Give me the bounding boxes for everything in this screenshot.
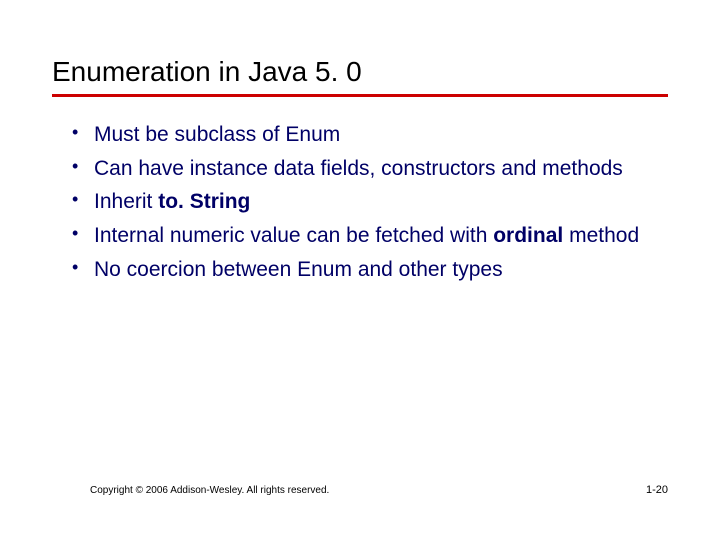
slide-content: Must be subclass of Enum Can have instan… — [0, 97, 720, 284]
bullet-text: method — [563, 224, 639, 247]
bullet-item: No coercion between Enum and other types — [72, 256, 664, 284]
page-number: 1-20 — [646, 484, 668, 496]
bullet-text: No coercion between Enum and other types — [94, 258, 503, 281]
bullet-text: Inherit — [94, 190, 158, 213]
bullet-item: Inherit to. String — [72, 188, 664, 216]
bullet-text: Can have instance data fields, construct… — [94, 157, 623, 180]
copyright-text: Copyright © 2006 Addison-Wesley. All rig… — [90, 485, 329, 496]
bullet-text: Must be subclass of Enum — [94, 123, 340, 146]
bullet-item: Can have instance data fields, construct… — [72, 155, 664, 183]
bullet-bold: to. String — [158, 190, 250, 213]
bullet-text: Internal numeric value can be fetched wi… — [94, 224, 493, 247]
slide: Enumeration in Java 5. 0 Must be subclas… — [0, 0, 720, 540]
bullet-item: Internal numeric value can be fetched wi… — [72, 222, 664, 250]
bullet-list: Must be subclass of Enum Can have instan… — [72, 121, 664, 284]
bullet-item: Must be subclass of Enum — [72, 121, 664, 149]
slide-title: Enumeration in Java 5. 0 — [0, 0, 720, 94]
slide-footer: Copyright © 2006 Addison-Wesley. All rig… — [0, 484, 720, 496]
bullet-bold: ordinal — [493, 224, 563, 247]
